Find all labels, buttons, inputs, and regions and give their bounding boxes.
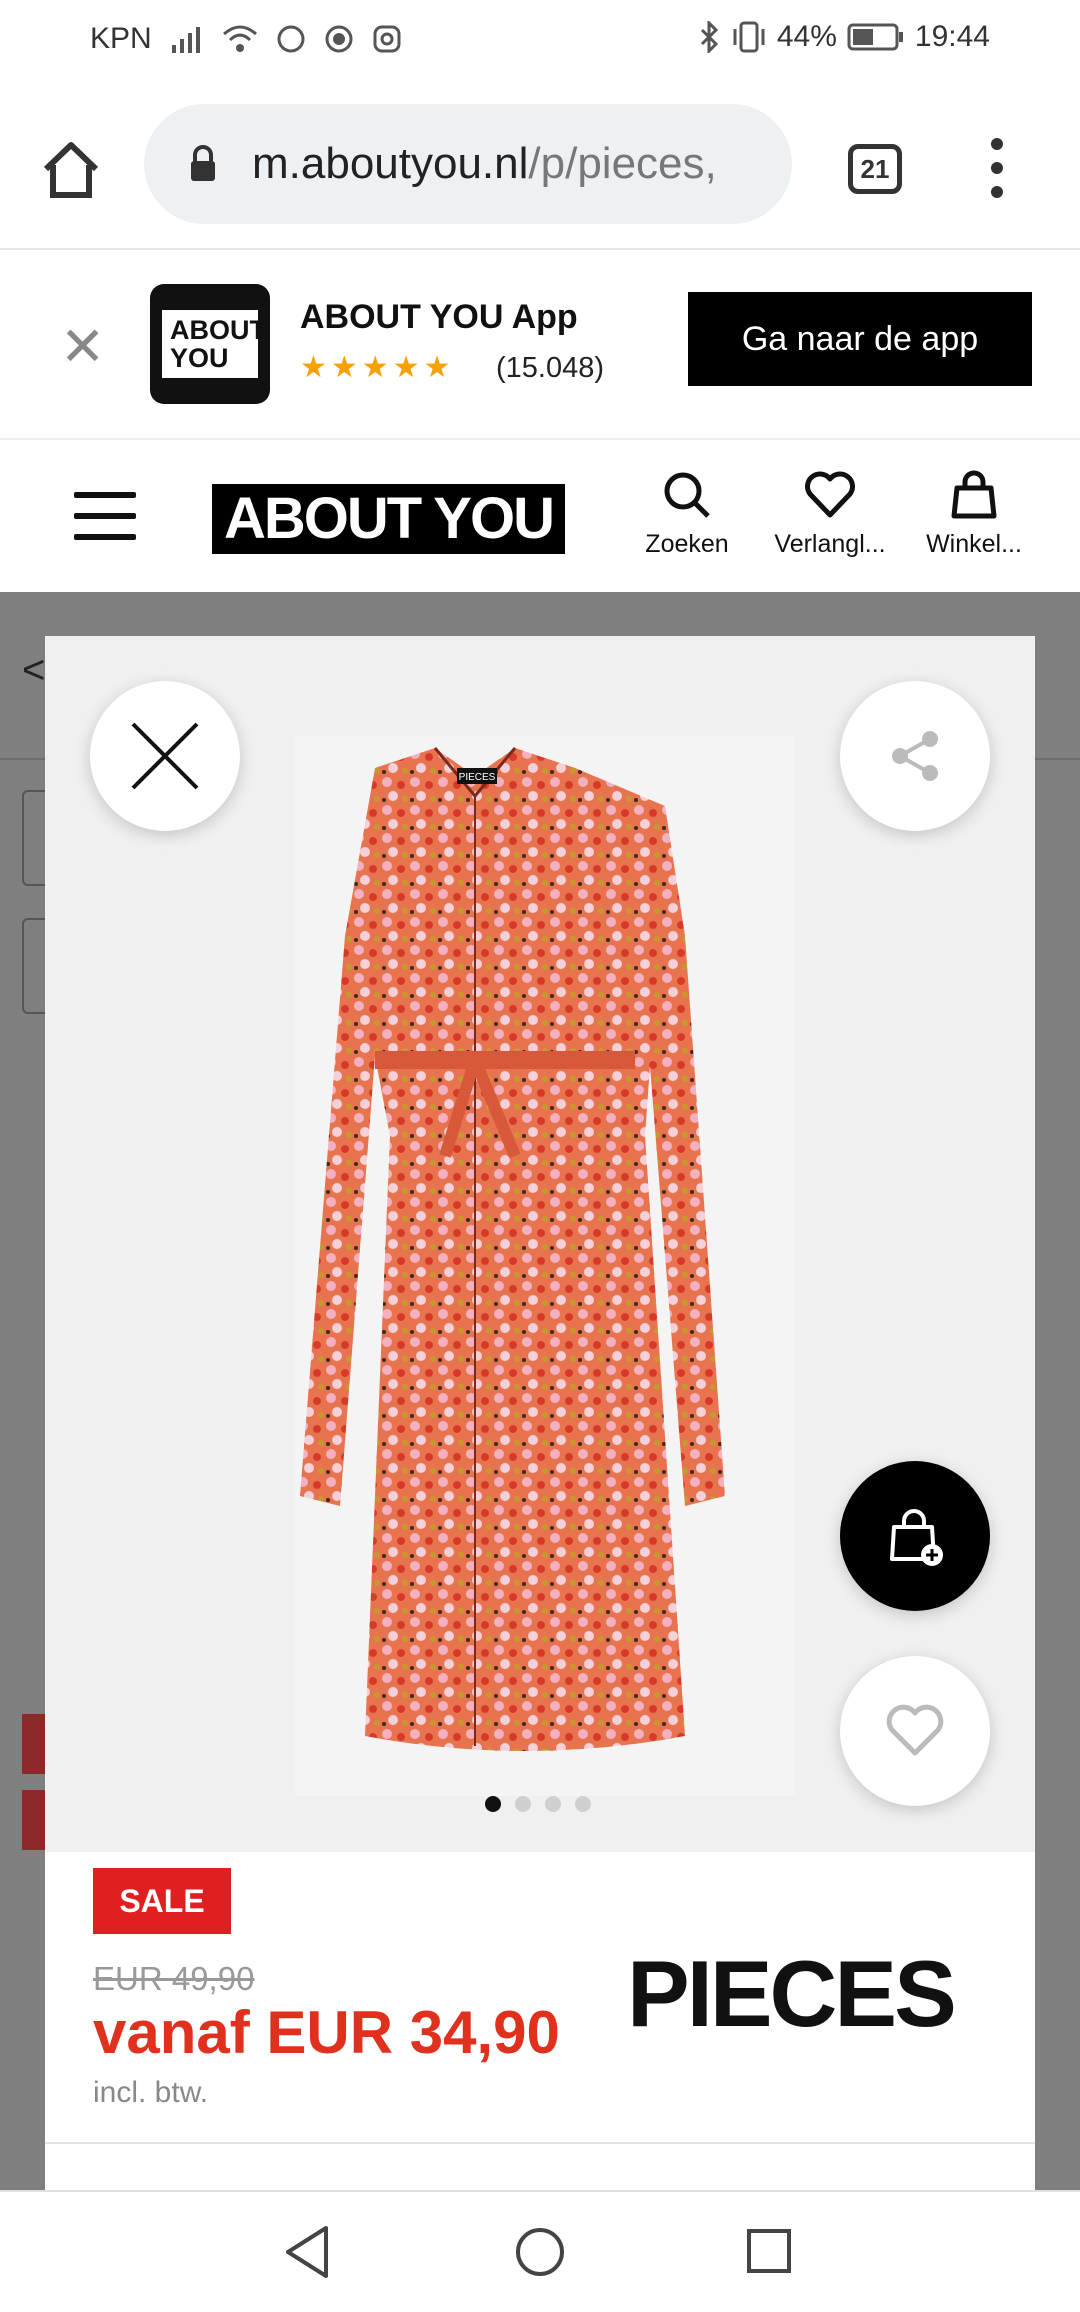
nav-wishlist[interactable]: Verlangl... bbox=[760, 470, 900, 559]
image-pagination[interactable] bbox=[485, 1796, 591, 1812]
battery-icon bbox=[847, 23, 903, 51]
recents-icon[interactable] bbox=[746, 2228, 792, 2274]
close-icon bbox=[131, 722, 199, 790]
whatsapp-icon bbox=[277, 25, 305, 53]
nav-cart[interactable]: Winkel... bbox=[904, 470, 1044, 559]
vat-note: incl. btw. bbox=[93, 2076, 209, 2109]
wifi-icon bbox=[222, 25, 257, 52]
nav-search-label: Zoeken bbox=[645, 530, 729, 558]
pagination-dot[interactable] bbox=[575, 1796, 591, 1812]
home-circle-icon[interactable] bbox=[514, 2226, 566, 2278]
url-path: /p/pieces, bbox=[528, 139, 717, 188]
app-install-banner: ✕ ABOUT YOU ABOUT YOU App ★★★★★ (15.048)… bbox=[0, 252, 1080, 440]
hamburger-menu-icon[interactable] bbox=[74, 492, 136, 540]
product-gallery[interactable]: PIECES bbox=[45, 636, 1035, 1852]
share-icon bbox=[892, 731, 938, 781]
app-logo: ABOUT YOU bbox=[150, 284, 270, 404]
original-price: EUR 49,90 bbox=[93, 1960, 255, 1997]
url-text: m.aboutyou.nl/p/pieces, bbox=[252, 139, 717, 189]
clock: 19:44 bbox=[914, 20, 990, 53]
rating-count: (15.048) bbox=[496, 352, 605, 384]
back-arrow-icon: < bbox=[22, 648, 46, 692]
sale-badge: SALE bbox=[93, 1868, 231, 1934]
garment-label: PIECES bbox=[459, 772, 496, 783]
pagination-dot[interactable] bbox=[485, 1796, 501, 1812]
shopping-bag-icon bbox=[951, 470, 997, 519]
nav-wishlist-label: Verlangl... bbox=[774, 530, 886, 558]
status-left: KPN bbox=[90, 22, 402, 56]
divider bbox=[45, 2142, 1035, 2144]
close-modal-button[interactable] bbox=[90, 681, 240, 831]
sale-price: vanaf EUR 34,90 bbox=[93, 1999, 560, 2066]
product-image-modal: PIECES SALE EUR 49,90 vanaf EUR 34,90 in… bbox=[45, 636, 1035, 2190]
product-info: SALE EUR 49,90 vanaf EUR 34,90 incl. btw… bbox=[45, 1852, 1035, 2190]
add-to-bag-button[interactable] bbox=[840, 1461, 990, 1611]
browser-toolbar: m.aboutyou.nl/p/pieces, 21 bbox=[0, 82, 1080, 250]
tab-switcher-button[interactable]: 21 bbox=[848, 144, 902, 194]
site-header: ABOUT YOU Zoeken Verlangl... Winkel... bbox=[0, 440, 1080, 592]
background-badge bbox=[22, 1714, 46, 1774]
more-options-icon[interactable] bbox=[982, 138, 1012, 198]
heart-icon bbox=[886, 1704, 944, 1756]
address-bar[interactable]: m.aboutyou.nl/p/pieces, bbox=[144, 104, 792, 224]
nav-cart-label: Winkel... bbox=[926, 530, 1022, 558]
home-icon[interactable] bbox=[38, 137, 104, 203]
vibrate-icon bbox=[733, 21, 765, 53]
notification-icon bbox=[325, 25, 353, 53]
signal-icon bbox=[171, 27, 200, 53]
pagination-dot[interactable] bbox=[545, 1796, 561, 1812]
wishlist-button[interactable] bbox=[840, 1656, 990, 1806]
system-nav-bar bbox=[0, 2190, 1080, 2312]
bluetooth-icon bbox=[700, 21, 718, 53]
lock-icon bbox=[191, 145, 215, 181]
brand-logo[interactable]: PIECES bbox=[627, 1940, 957, 2048]
carrier-label: KPN bbox=[90, 22, 152, 55]
app-title: ABOUT YOU App bbox=[300, 298, 578, 336]
heart-icon bbox=[805, 471, 855, 518]
pagination-dot[interactable] bbox=[515, 1796, 531, 1812]
search-icon bbox=[664, 472, 710, 518]
banner-close-icon[interactable]: ✕ bbox=[60, 320, 105, 374]
back-icon[interactable] bbox=[282, 2224, 332, 2280]
rating-stars-icon: ★★★★★ bbox=[300, 351, 455, 384]
share-button[interactable] bbox=[840, 681, 990, 831]
nav-search[interactable]: Zoeken bbox=[617, 470, 757, 559]
site-logo[interactable]: ABOUT YOU bbox=[212, 484, 565, 554]
add-to-bag-icon bbox=[890, 1509, 943, 1566]
background-badge bbox=[22, 1790, 46, 1850]
url-host: m.aboutyou.nl bbox=[252, 139, 529, 188]
battery-percent: 44% bbox=[776, 20, 837, 53]
status-bar: KPN 44% 19:44 bbox=[0, 0, 1080, 82]
status-right: 44% 19:44 bbox=[699, 20, 990, 54]
app-logo-text: ABOUT YOU bbox=[162, 310, 266, 378]
instagram-icon bbox=[373, 25, 401, 53]
open-app-button[interactable]: Ga naar de app bbox=[688, 292, 1032, 386]
